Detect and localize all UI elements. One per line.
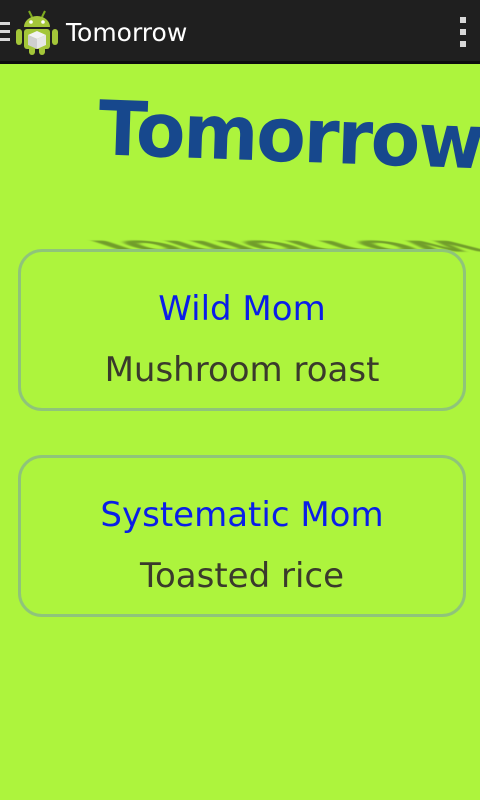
- actionbar-title: Tomorrow: [66, 18, 188, 47]
- android-robot-icon[interactable]: [14, 8, 60, 56]
- card-dish: Mushroom roast: [104, 350, 380, 390]
- menu-card-systematic-mom[interactable]: Systematic Mom Toasted rice: [18, 455, 466, 617]
- menu-card-wild-mom[interactable]: Wild Mom Mushroom roast: [18, 249, 466, 411]
- tomorrow-logo: Tomorrow Tomorrow: [60, 84, 480, 260]
- card-name: Systematic Mom: [100, 495, 384, 535]
- logo-text: Tomorrow: [97, 84, 480, 187]
- card-dish: Toasted rice: [139, 556, 345, 596]
- action-bar: Tomorrow: [0, 0, 480, 64]
- drawer-indicator-icon[interactable]: [0, 22, 10, 42]
- card-name: Wild Mom: [158, 289, 326, 329]
- overflow-menu-icon[interactable]: [460, 17, 468, 47]
- app-screen: Tomorrow Tomorrow Tomorrow Wild Mom Mush…: [0, 0, 480, 800]
